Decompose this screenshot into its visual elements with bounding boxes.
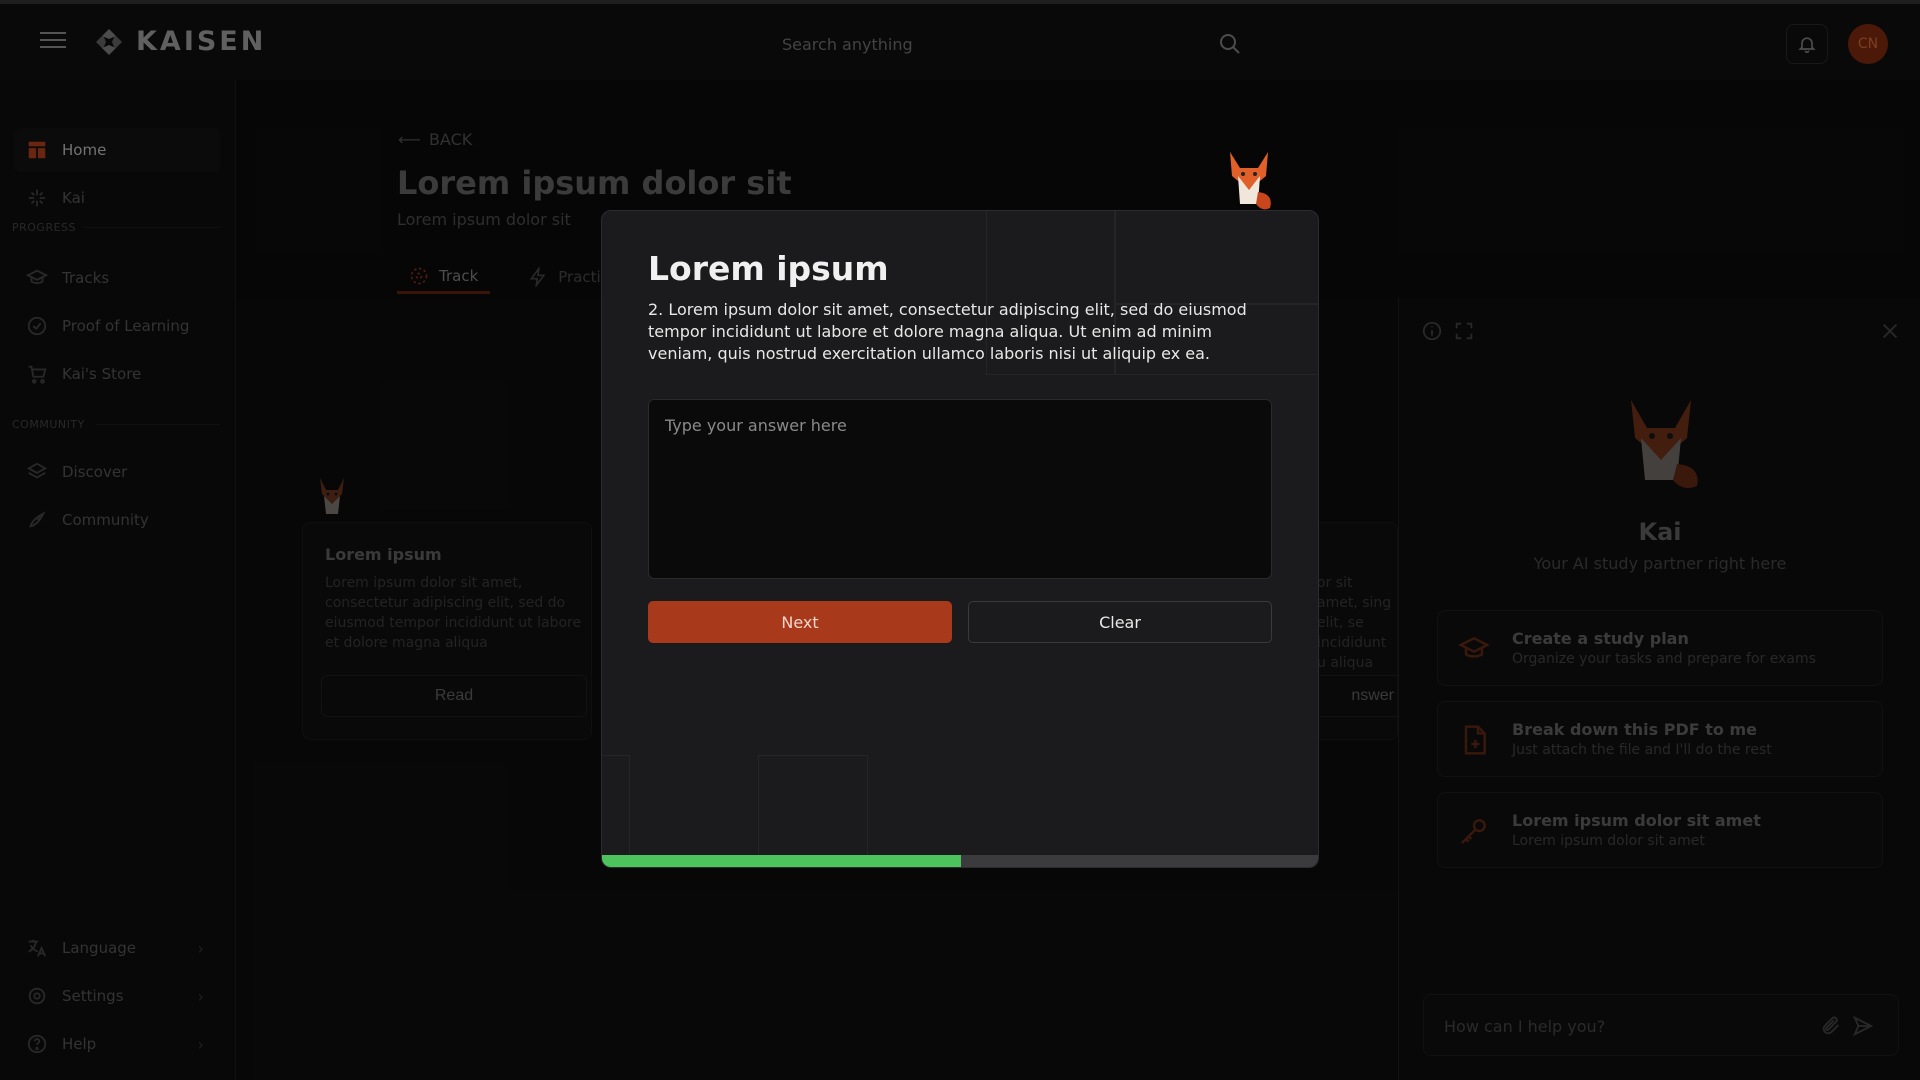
app-root: KAISEN CN Home Kai PROGRESS Tracks Proof… bbox=[0, 0, 1920, 1080]
modal-title: Lorem ipsum bbox=[648, 249, 889, 288]
decor-grid bbox=[758, 755, 868, 867]
fox-mascot-icon bbox=[1230, 152, 1271, 210]
question-text: 2. Lorem ipsum dolor sit amet, consectet… bbox=[648, 300, 1247, 363]
clear-button[interactable]: Clear bbox=[968, 601, 1272, 643]
answer-textarea[interactable] bbox=[648, 399, 1272, 579]
question-modal: Lorem ipsum 2. Lorem ipsum dolor sit ame… bbox=[601, 210, 1319, 868]
progress-fill bbox=[602, 855, 961, 867]
decor-grid bbox=[602, 755, 630, 867]
next-button[interactable]: Next bbox=[648, 601, 952, 643]
progress-bar bbox=[602, 855, 1318, 867]
decor-grid bbox=[1114, 211, 1318, 305]
